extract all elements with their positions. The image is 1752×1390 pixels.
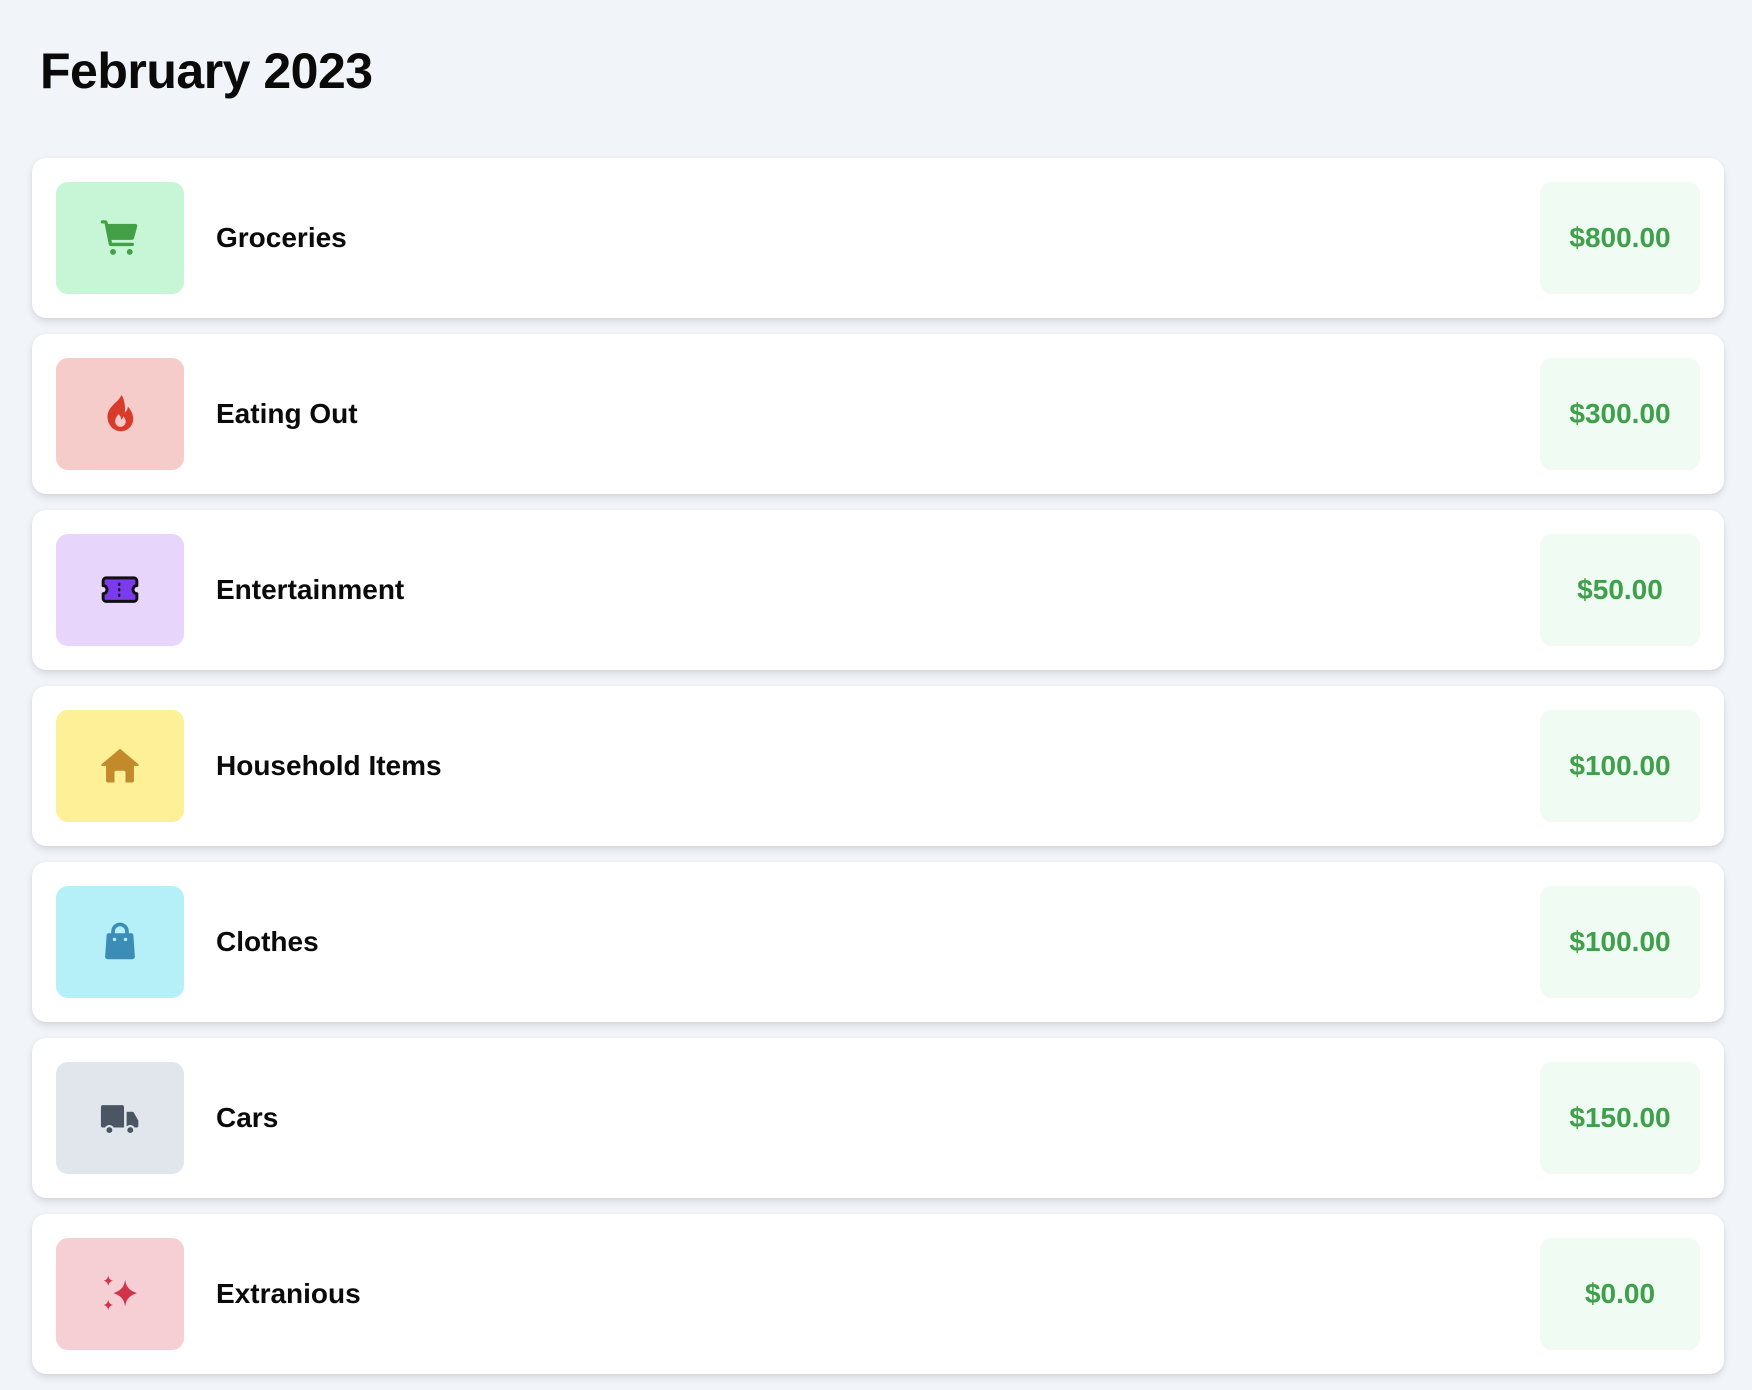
icon-box: [56, 1238, 184, 1350]
category-label: Entertainment: [216, 574, 405, 605]
category-label: Household Items: [216, 750, 442, 781]
category-card-household-items[interactable]: Household Items $100.00: [32, 686, 1724, 846]
shopping-cart-icon: [100, 220, 138, 255]
icon-box: [56, 886, 184, 998]
category-card-groceries[interactable]: Groceries $800.00: [32, 158, 1724, 318]
sparkles-icon: [103, 1275, 137, 1311]
category-card-extranious[interactable]: Extranious $0.00: [32, 1214, 1724, 1374]
category-amount: $100.00: [1540, 886, 1700, 998]
category-amount: $150.00: [1540, 1062, 1700, 1174]
category-label: Clothes: [216, 926, 319, 957]
category-list: Groceries $800.00 Eating Out $300.00 Ent…: [32, 158, 1724, 1390]
page-title: February 2023: [40, 43, 373, 99]
icon-box: [56, 1062, 184, 1174]
icon-box: [56, 534, 184, 646]
category-label: Eating Out: [216, 398, 358, 429]
category-card-clothes[interactable]: Clothes $100.00: [32, 862, 1724, 1022]
category-amount: $0.00: [1540, 1238, 1700, 1350]
truck-icon: [100, 1105, 139, 1136]
category-amount: $300.00: [1540, 358, 1700, 470]
ticket-icon: [101, 576, 139, 603]
fire-icon: [107, 394, 134, 432]
shopping-bag-icon: [105, 922, 135, 960]
icon-box: [56, 710, 184, 822]
category-amount: $50.00: [1540, 534, 1700, 646]
category-amount: $800.00: [1540, 182, 1700, 294]
category-card-eating-out[interactable]: Eating Out $300.00: [32, 334, 1724, 494]
icon-box: [56, 182, 184, 294]
category-card-cars[interactable]: Cars $150.00: [32, 1038, 1724, 1198]
category-card-entertainment[interactable]: Entertainment $50.00: [32, 510, 1724, 670]
home-icon: [101, 748, 139, 783]
category-amount: $100.00: [1540, 710, 1700, 822]
category-label: Cars: [216, 1102, 279, 1133]
icon-box: [56, 358, 184, 470]
category-label: Extranious: [216, 1278, 361, 1309]
category-label: Groceries: [216, 222, 347, 253]
